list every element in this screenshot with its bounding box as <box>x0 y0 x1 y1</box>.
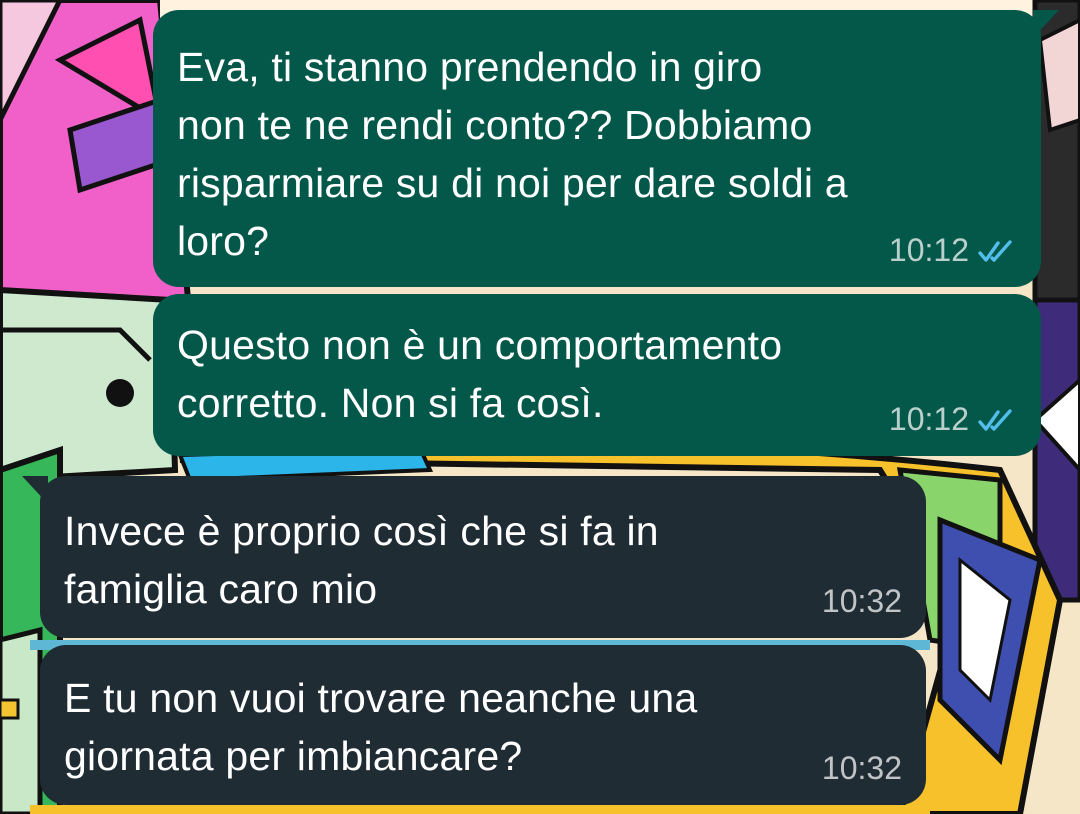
message-time: 10:12 <box>888 401 969 437</box>
message-text: E tu non vuoi trovare neanche una giorna… <box>64 675 698 779</box>
message-meta: 10:12 <box>889 232 1017 269</box>
message-meta: 10:32 <box>822 583 902 620</box>
message-text: Questo non è un comportamento corretto. … <box>177 322 783 426</box>
double-check-read-icon <box>978 239 1012 262</box>
message-time: 10:12 <box>888 232 969 268</box>
message-time: 10:32 <box>821 750 902 786</box>
message-text: Eva, ti stanno prendendo in giro non te … <box>177 44 848 264</box>
bubble-tail <box>22 476 48 504</box>
incoming-message[interactable]: E tu non vuoi trovare neanche una giorna… <box>40 645 926 805</box>
message-meta: 10:12 <box>889 401 1017 438</box>
outgoing-message[interactable]: Eva, ti stanno prendendo in giro non te … <box>153 10 1059 287</box>
message-text: Invece è proprio così che si fa in famig… <box>64 508 659 612</box>
incoming-message[interactable]: Invece è proprio così che si fa in famig… <box>22 476 926 638</box>
double-check-read-icon <box>978 408 1012 431</box>
message-meta: 10:32 <box>822 750 902 787</box>
bubble-tail <box>1033 10 1059 38</box>
message-time: 10:32 <box>821 583 902 619</box>
outgoing-message[interactable]: Questo non è un comportamento corretto. … <box>153 294 1041 456</box>
